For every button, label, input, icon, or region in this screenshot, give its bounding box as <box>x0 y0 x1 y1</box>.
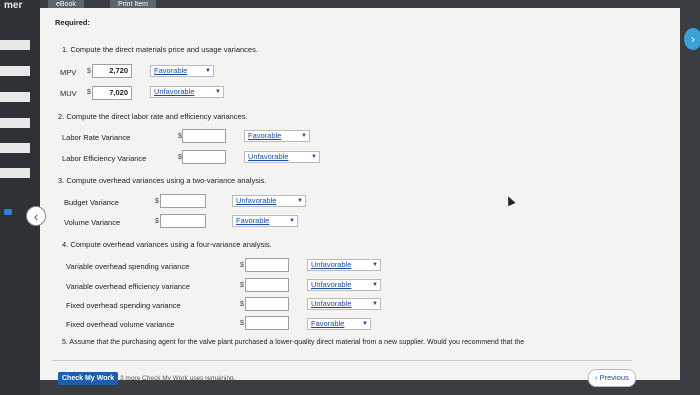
dropdown-caret-icon: ▼ <box>289 218 295 224</box>
sidebar-top-label: mer <box>4 0 23 11</box>
budget-variance-select-value: Unfavorable <box>236 196 277 205</box>
currency-symbol: $ <box>87 68 91 75</box>
muv-select[interactable]: Unfavorable ▼ <box>150 86 224 98</box>
volume-variance-input[interactable] <box>160 214 206 228</box>
muv-input[interactable]: 7,020 <box>92 86 132 100</box>
chevron-left-icon[interactable]: ‹ <box>26 206 46 226</box>
fo-volume-select[interactable]: Favorable ▼ <box>307 318 371 330</box>
labor-rate-input[interactable] <box>182 129 226 143</box>
fo-volume-input[interactable] <box>245 316 289 330</box>
sidebar-stripe <box>0 92 30 102</box>
labor-efficiency-select-value: Unfavorable <box>248 152 289 161</box>
vo-efficiency-select[interactable]: Unfavorable ▼ <box>307 279 381 291</box>
vo-spending-select[interactable]: Unfavorable ▼ <box>307 259 381 271</box>
labor-rate-label: Labor Rate Variance <box>62 133 131 142</box>
mpv-select-value: Favorable <box>154 66 188 75</box>
muv-select-value: Unfavorable <box>154 87 195 96</box>
fo-volume-select-value: Favorable <box>311 319 345 328</box>
right-edge <box>680 0 700 395</box>
dropdown-caret-icon: ▼ <box>301 133 307 139</box>
mpv-label: MPV <box>60 68 77 77</box>
dropdown-caret-icon: ▼ <box>311 154 317 160</box>
sidebar-active-indicator <box>4 209 12 215</box>
labor-rate-select[interactable]: Favorable ▼ <box>244 130 310 142</box>
vo-efficiency-input[interactable] <box>245 278 289 292</box>
budget-variance-label: Budget Variance <box>64 198 119 207</box>
dropdown-caret-icon: ▼ <box>372 262 378 268</box>
required-heading: Required: <box>55 18 91 27</box>
remaining-text: 3 more Check My Work uses remaining. <box>120 375 236 382</box>
mpv-select[interactable]: Favorable ▼ <box>150 65 214 77</box>
q5-text: 5. Assume that the purchasing agent for … <box>62 339 525 346</box>
currency-symbol: $ <box>240 282 244 289</box>
currency-symbol: $ <box>87 89 91 96</box>
volume-variance-label: Volume Variance <box>64 218 121 227</box>
next-panel-icon[interactable]: › <box>684 28 700 50</box>
q4-heading: 4. Compute overhead variances using a fo… <box>62 240 272 249</box>
fo-spending-label: Fixed overhead spending variance <box>66 301 181 310</box>
mpv-input[interactable]: 2,720 <box>92 64 132 78</box>
dropdown-caret-icon: ▼ <box>205 68 211 74</box>
left-sidebar: mer <box>0 0 40 395</box>
currency-symbol: $ <box>240 320 244 327</box>
currency-symbol: $ <box>155 218 159 225</box>
labor-efficiency-select[interactable]: Unfavorable ▼ <box>244 151 320 163</box>
fo-spending-select-value: Unfavorable <box>311 299 352 308</box>
vo-spending-select-value: Unfavorable <box>311 260 352 269</box>
budget-variance-input[interactable] <box>160 194 206 208</box>
currency-symbol: $ <box>155 198 159 205</box>
previous-button[interactable]: ‹ Previous <box>588 369 636 387</box>
dropdown-caret-icon: ▼ <box>297 198 303 204</box>
dropdown-caret-icon: ▼ <box>372 282 378 288</box>
vo-spending-input[interactable] <box>245 258 289 272</box>
budget-variance-select[interactable]: Unfavorable ▼ <box>232 195 306 207</box>
footer-divider <box>52 360 632 361</box>
vo-efficiency-label: Variable overhead efficiency variance <box>66 282 190 291</box>
fo-spending-select[interactable]: Unfavorable ▼ <box>307 298 381 310</box>
fo-volume-label: Fixed overhead volume variance <box>66 320 175 329</box>
fo-spending-input[interactable] <box>245 297 289 311</box>
check-my-work-button[interactable]: Check My Work <box>58 372 118 385</box>
sidebar-stripe <box>0 168 30 178</box>
dropdown-caret-icon: ▼ <box>362 321 368 327</box>
sidebar-stripe <box>0 118 30 128</box>
labor-efficiency-input[interactable] <box>182 150 226 164</box>
q1-heading: 1. Compute the direct materials price an… <box>62 45 258 54</box>
vo-spending-label: Variable overhead spending variance <box>66 262 190 271</box>
volume-variance-select-value: Favorable <box>236 216 270 225</box>
labor-rate-select-value: Favorable <box>248 131 282 140</box>
sidebar-stripe <box>0 143 30 153</box>
q3-heading: 3. Compute overhead variances using a tw… <box>58 176 267 185</box>
dropdown-caret-icon: ▼ <box>372 301 378 307</box>
muv-label: MUV <box>60 89 77 98</box>
previous-label: Previous <box>599 373 629 382</box>
labor-efficiency-label: Labor Efficiency Variance <box>62 154 147 163</box>
vo-efficiency-select-value: Unfavorable <box>311 280 352 289</box>
volume-variance-select[interactable]: Favorable ▼ <box>232 215 298 227</box>
currency-symbol: $ <box>240 262 244 269</box>
sidebar-stripe <box>0 66 30 76</box>
dropdown-caret-icon: ▼ <box>215 89 221 95</box>
currency-symbol: $ <box>240 301 244 308</box>
sidebar-stripe <box>0 40 30 50</box>
q2-heading: 2. Compute the direct labor rate and eff… <box>58 112 248 121</box>
